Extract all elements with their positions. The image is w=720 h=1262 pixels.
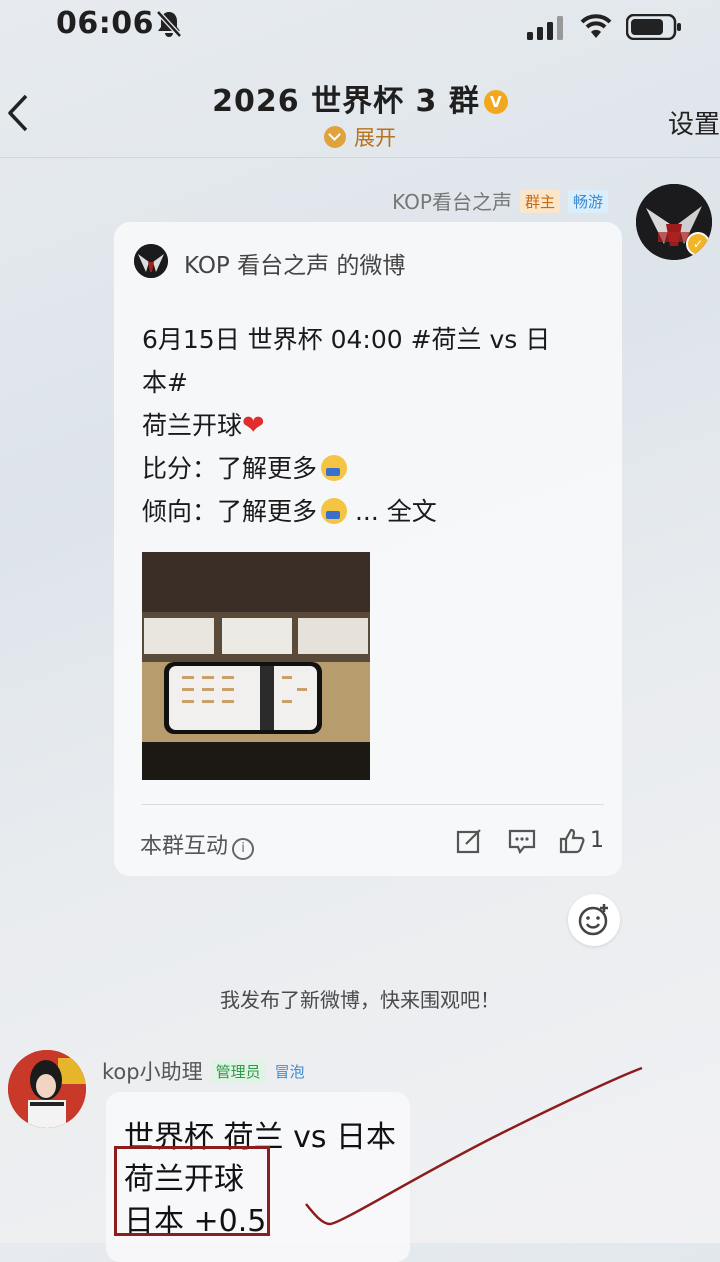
header-title-row[interactable]: 2026 世界杯 3 群V <box>0 76 720 120</box>
checkmark-annotation <box>305 1066 643 1226</box>
avatar[interactable]: ✓ <box>636 184 712 260</box>
sender-name: KOP看台之声 <box>392 190 512 214</box>
signal-icon <box>527 16 563 40</box>
level-tag: 畅游 <box>567 190 608 213</box>
bell-muted-icon <box>156 10 182 38</box>
full-text-link[interactable]: ... 全文 <box>355 497 437 526</box>
card-line: 6月15日 世界杯 04:00 #荷兰 vs 日 <box>142 325 551 354</box>
avatar[interactable] <box>8 1050 86 1128</box>
kickoff-text: 荷兰开球 <box>142 411 243 440</box>
comment-icon[interactable] <box>508 828 536 854</box>
card-source: KOP 看台之声 的微博 <box>184 253 406 279</box>
group-title: 2026 世界杯 3 群 <box>212 84 480 119</box>
message1-sender-line: KOP看台之声 群主 畅游 <box>392 186 608 215</box>
score-text: 比分：了解更多 <box>142 454 318 483</box>
trend-text: 倾向：了解更多 <box>142 497 318 526</box>
card-line-score: 比分：了解更多 <box>142 447 592 490</box>
emoji-icon <box>321 455 348 481</box>
expand-chevron-icon <box>324 126 346 148</box>
admin-tag: 管理员 <box>210 1060 266 1083</box>
card-line: 本# <box>142 368 188 397</box>
system-message: 我发布了新微博，快来围观吧！ <box>220 988 500 1012</box>
emoji-add-icon <box>578 904 608 936</box>
card-divider <box>142 804 604 805</box>
emoji-icon <box>321 498 348 524</box>
header-divider <box>0 157 720 158</box>
expand-label: 展开 <box>354 126 396 150</box>
battery-icon <box>626 14 681 40</box>
settings-button[interactable]: 设置 <box>668 104 720 141</box>
card-text: 6月15日 世界杯 04:00 #荷兰 vs 日 本# 荷兰开球❤ 比分：了解更… <box>142 318 592 533</box>
avatar-image <box>8 1050 86 1128</box>
status-time: 06:06 <box>56 6 154 41</box>
heart-icon: ❤ <box>242 410 265 441</box>
status-bar: 06:06 <box>0 0 720 52</box>
repost-icon[interactable] <box>456 828 484 854</box>
message2-sender-line: kop小助理 管理员 冒泡 <box>102 1056 310 1086</box>
verified-badge-icon: V <box>483 90 508 114</box>
card-line-kickoff: 荷兰开球❤ <box>142 404 592 447</box>
info-icon[interactable]: i <box>232 838 255 860</box>
post-photo[interactable] <box>142 552 370 780</box>
emoji-add-button[interactable] <box>568 894 620 946</box>
owner-tag: 群主 <box>519 190 560 213</box>
like-icon[interactable] <box>558 828 586 854</box>
wifi-icon <box>580 14 612 38</box>
sender-name: kop小助理 <box>102 1060 203 1084</box>
weibo-card[interactable]: KOP 看台之声 的微博 6月15日 世界杯 04:00 #荷兰 vs 日 本#… <box>114 222 622 876</box>
card-source-avatar <box>134 244 168 278</box>
like-count: 1 <box>590 828 604 853</box>
card-line-trend: 倾向：了解更多 ... 全文 <box>142 490 592 533</box>
expand-button[interactable]: 展开 <box>0 122 720 152</box>
interaction-label: 本群互动 <box>140 834 229 859</box>
highlight-box-annotation <box>114 1146 270 1236</box>
group-interaction-button[interactable]: 本群互动 i <box>140 828 255 860</box>
verified-mark-icon: ✓ <box>686 232 710 256</box>
